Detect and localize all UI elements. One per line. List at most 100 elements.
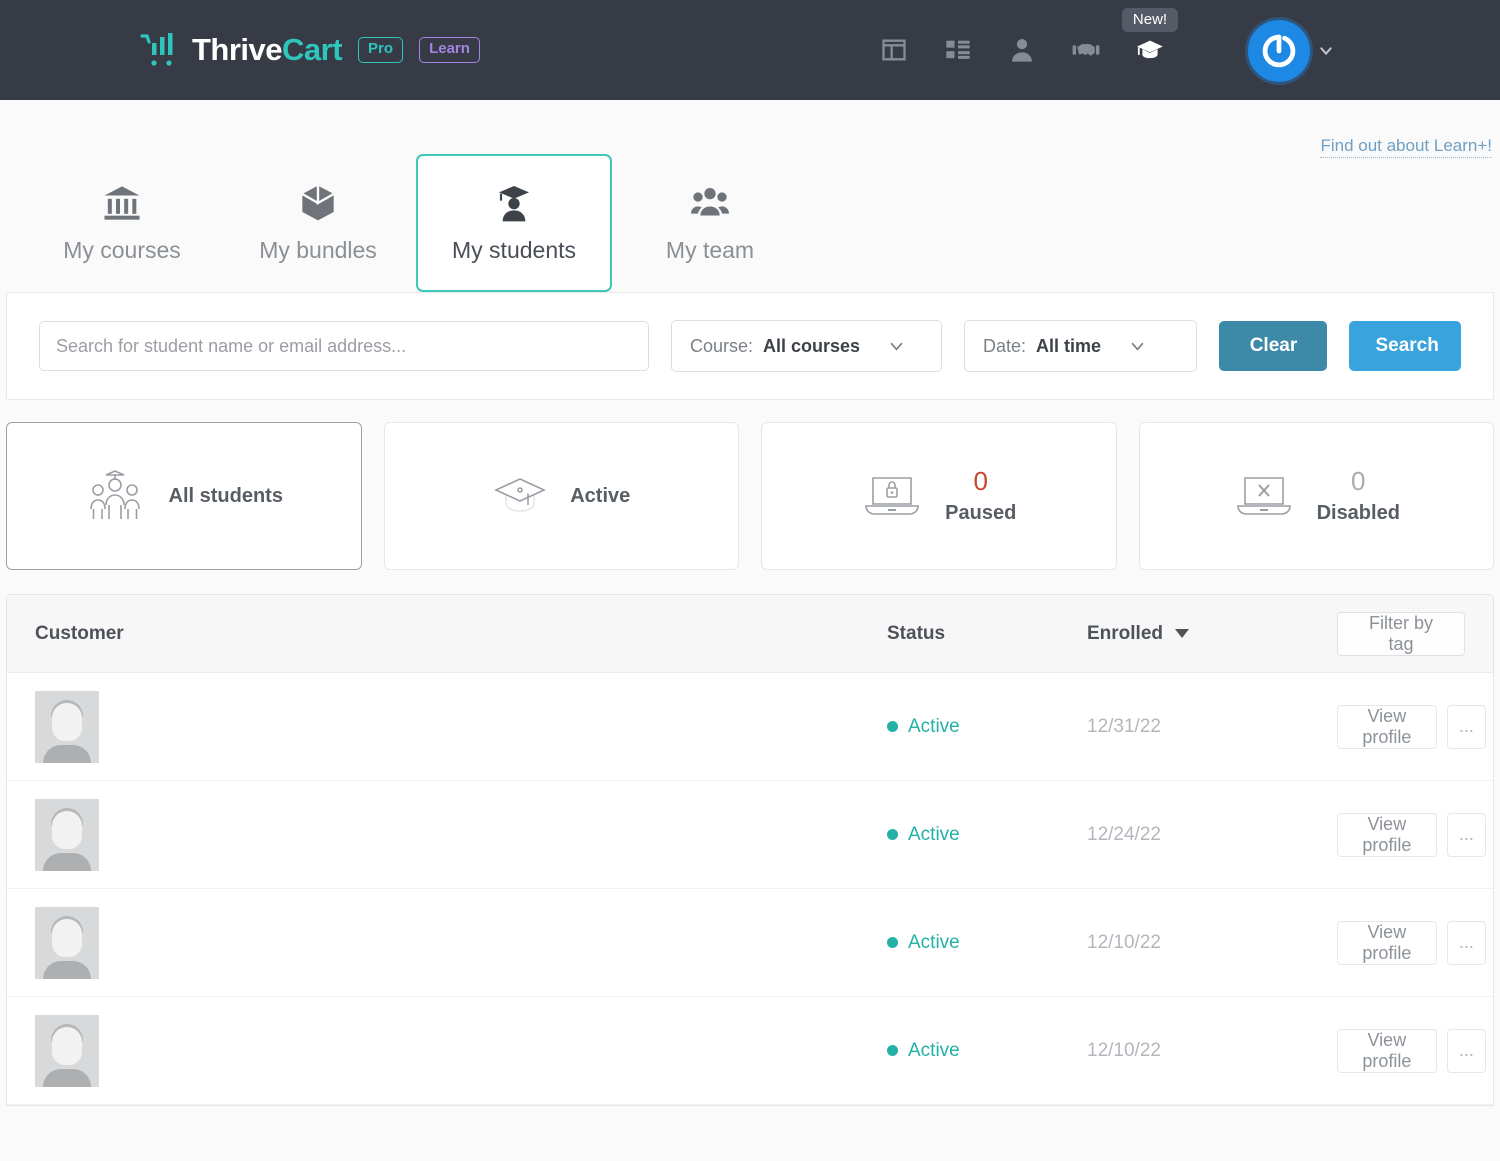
students-group-icon — [89, 470, 140, 519]
stat-label-all-students: All students — [168, 484, 283, 507]
column-header-customer[interactable]: Customer — [35, 623, 887, 645]
top-navigation-bar: ThriveCart Pro Learn New! — [0, 0, 1500, 100]
nav-item-products[interactable] — [944, 36, 972, 64]
search-filter-panel: Course: All courses Date: All time Clear… — [6, 292, 1494, 400]
view-profile-button[interactable]: View profile — [1337, 812, 1437, 857]
cell-enrolled: 12/10/22 — [1087, 1039, 1161, 1061]
student-status-cards: All students Active 0 Paused 0 Disabled — [0, 400, 1500, 570]
stat-label-disabled: Disabled — [1316, 501, 1400, 524]
tab-my-bundles[interactable]: My bundles — [220, 154, 416, 292]
tab-label-my-team: My team — [665, 236, 755, 263]
stat-count-paused: 0 — [973, 466, 988, 497]
cell-actions: View profile ... — [1337, 920, 1487, 965]
cell-customer — [35, 906, 887, 979]
account-menu[interactable] — [1248, 20, 1334, 82]
status-dot-icon — [887, 937, 898, 948]
laptop-lock-icon — [865, 477, 919, 515]
table-header-row: Customer Status Enrolled Filter by tag — [7, 595, 1493, 673]
tab-label-my-bundles: My bundles — [259, 236, 377, 263]
more-actions-button[interactable]: ... — [1446, 920, 1487, 965]
power-logo-icon — [1262, 34, 1296, 68]
stat-label-paused: Paused — [945, 501, 1017, 524]
course-filter-dropdown[interactable]: Course: All courses — [671, 320, 943, 372]
status-badge: Active — [908, 715, 960, 737]
status-badge: Active — [908, 931, 960, 953]
team-icon — [691, 187, 729, 215]
brand-logo[interactable]: ThriveCart Pro Learn — [140, 32, 480, 68]
status-dot-icon — [887, 829, 898, 840]
chevron-down-icon[interactable] — [1318, 43, 1334, 59]
status-badge: Active — [908, 823, 960, 845]
column-header-enrolled-label: Enrolled — [1087, 622, 1164, 644]
cell-actions: View profile ... — [1337, 1028, 1487, 1073]
box-icon — [301, 185, 335, 220]
table-row[interactable]: Active 12/10/22 View profile ... — [7, 997, 1493, 1105]
cell-actions: View profile ... — [1337, 812, 1487, 857]
view-profile-button[interactable]: View profile — [1337, 920, 1437, 965]
stat-card-all-students[interactable]: All students — [6, 422, 362, 570]
view-profile-button[interactable]: View profile — [1337, 704, 1437, 749]
view-profile-button[interactable]: View profile — [1337, 1028, 1437, 1073]
search-button[interactable]: Search — [1349, 321, 1461, 371]
tab-my-students[interactable]: My students — [416, 154, 612, 292]
nav-item-learn[interactable]: New! — [1121, 8, 1179, 64]
tab-label-my-students: My students — [452, 236, 576, 263]
laptop-x-icon — [1236, 477, 1291, 515]
chevron-down-icon — [890, 342, 903, 351]
tab-label-my-courses: My courses — [63, 236, 181, 263]
nav-item-affiliates[interactable] — [1072, 36, 1100, 64]
sort-descending-icon — [1175, 629, 1190, 638]
clear-button[interactable]: Clear — [1219, 321, 1328, 371]
tab-my-courses[interactable]: My courses — [24, 154, 220, 292]
header-icon-group: New! — [880, 0, 1179, 100]
graduation-cap-icon — [1137, 40, 1163, 59]
stat-card-active[interactable]: Active — [383, 422, 739, 570]
student-avatar-placeholder — [35, 690, 99, 763]
course-filter-value: All courses — [763, 335, 861, 356]
tab-my-team[interactable]: My team — [612, 154, 808, 292]
stat-label-active: Active — [570, 484, 631, 507]
students-table: Customer Status Enrolled Filter by tag A… — [6, 594, 1494, 1106]
cell-enrolled: 12/31/22 — [1087, 715, 1161, 737]
find-out-about-learn-plus-link[interactable]: Find out about Learn+! — [1320, 136, 1492, 158]
cell-customer — [35, 690, 887, 763]
learn-badge: Learn — [419, 37, 480, 63]
cell-enrolled: 12/24/22 — [1087, 823, 1161, 845]
person-icon — [1012, 39, 1032, 62]
nav-item-dashboard[interactable] — [880, 36, 908, 64]
handshake-icon — [1072, 44, 1100, 56]
column-header-enrolled[interactable]: Enrolled — [1087, 623, 1337, 645]
course-filter-label: Course: — [690, 335, 754, 356]
stat-card-paused[interactable]: 0 Paused — [761, 422, 1117, 570]
date-filter-value: All time — [1036, 335, 1102, 356]
section-tabs: My courses My bundles My students My tea… — [0, 100, 1500, 292]
table-row[interactable]: Active 12/10/22 View profile ... — [7, 889, 1493, 997]
graduation-cap-outline-icon — [494, 478, 547, 512]
nav-item-customers[interactable] — [1008, 36, 1036, 64]
column-header-status[interactable]: Status — [887, 623, 1087, 645]
stat-card-text-all-students: All students — [169, 485, 283, 508]
cell-status: Active — [887, 824, 1087, 846]
stat-card-text-paused: 0 Paused — [945, 467, 1016, 525]
cell-enrolled: 12/10/22 — [1087, 931, 1161, 953]
cell-actions: View profile ... — [1337, 704, 1487, 749]
status-dot-icon — [887, 721, 898, 732]
search-input[interactable] — [39, 321, 649, 371]
more-actions-button[interactable]: ... — [1446, 1028, 1487, 1073]
cell-status: Active — [887, 1040, 1087, 1062]
avatar[interactable] — [1248, 20, 1310, 82]
date-filter-label: Date: — [983, 335, 1027, 356]
table-row[interactable]: Active 12/24/22 View profile ... — [7, 781, 1493, 889]
chevron-down-icon — [1131, 342, 1144, 351]
filter-by-tag-button[interactable]: Filter by tag — [1337, 611, 1465, 656]
table-row[interactable]: Active 12/31/22 View profile ... — [7, 673, 1493, 781]
more-actions-button[interactable]: ... — [1446, 704, 1487, 749]
student-avatar-placeholder — [35, 906, 99, 979]
cell-customer — [35, 1014, 887, 1087]
list-icon — [946, 40, 970, 59]
bank-icon — [104, 185, 140, 220]
more-actions-button[interactable]: ... — [1446, 812, 1487, 857]
status-dot-icon — [887, 1045, 898, 1056]
date-filter-dropdown[interactable]: Date: All time — [964, 320, 1198, 372]
stat-card-disabled[interactable]: 0 Disabled — [1138, 422, 1494, 570]
